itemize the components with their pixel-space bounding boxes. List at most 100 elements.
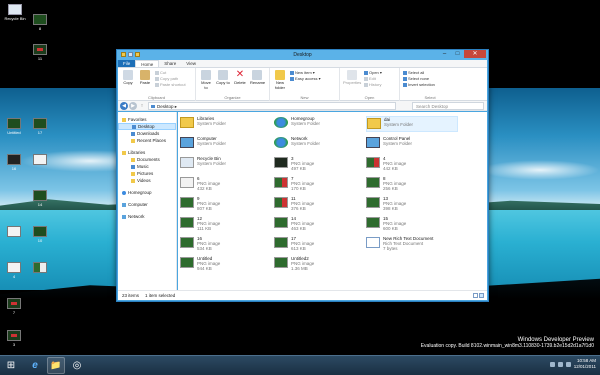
- close-button[interactable]: ✕: [464, 50, 486, 58]
- file-item[interactable]: 11 PNG image 376 KB: [274, 196, 366, 212]
- internet-explorer-icon: e: [32, 360, 38, 371]
- desktop-icon-4[interactable]: 4: [1, 262, 27, 279]
- desktop-icon-blank[interactable]: [27, 154, 53, 166]
- nav-music[interactable]: Music: [118, 163, 176, 170]
- file-item[interactable]: 6 PNG image 432 KB: [180, 176, 272, 192]
- copy-path-button[interactable]: Copy path: [155, 76, 186, 81]
- edit-button[interactable]: Edit: [364, 76, 382, 81]
- properties-label: Properties: [343, 80, 362, 85]
- nav-documents[interactable]: Documents: [118, 156, 176, 163]
- desktop-icon-3[interactable]: 3: [1, 330, 27, 347]
- taskbar-internet-explorer[interactable]: e: [26, 357, 44, 374]
- new-item-button[interactable]: New item ▾: [290, 70, 321, 75]
- volume-icon[interactable]: [565, 361, 571, 367]
- desktop-icon-untitled[interactable]: Untitled: [1, 118, 27, 135]
- file-item[interactable]: 3 PNG image 497 KB: [274, 156, 366, 172]
- file-item[interactable]: 12 PNG image 111 KB: [180, 216, 272, 232]
- nav-label: Documents: [137, 157, 160, 162]
- file-item[interactable]: Recycle Bin System Folder: [180, 156, 272, 172]
- tab-view[interactable]: View: [181, 60, 201, 67]
- file-item[interactable]: 14 PNG image 463 KB: [274, 216, 366, 232]
- file-item[interactable]: 7 PNG image 170 KB: [274, 176, 366, 192]
- ribbon-group-organize: Move to Copy to ✕ Delete Rename Organize: [196, 68, 270, 101]
- forward-button[interactable]: ▶: [129, 102, 137, 110]
- details-view-icon[interactable]: [473, 293, 478, 298]
- nav-videos[interactable]: Videos: [118, 177, 176, 184]
- navigation-pane: Favorites Desktop Downloads Recent Place…: [118, 112, 177, 290]
- clock[interactable]: 10:58 AM 12/01/2011: [574, 358, 596, 370]
- ribbon-group-label: New: [300, 95, 309, 100]
- tiles-view-icon[interactable]: [479, 293, 484, 298]
- nav-label: Recent Places: [137, 138, 167, 143]
- easy-access-button[interactable]: Easy access ▾: [290, 76, 321, 81]
- file-item[interactable]: 8 PNG image 256 KB: [366, 176, 458, 192]
- nav-desktop[interactable]: Desktop: [118, 123, 176, 130]
- file-item[interactable]: Control Panel System Folder: [366, 136, 458, 152]
- file-item[interactable]: Computer System Folder: [180, 136, 272, 152]
- nav-network[interactable]: Network: [118, 213, 176, 220]
- file-item[interactable]: dai System Folder: [366, 116, 458, 132]
- nav-favorites[interactable]: Favorites: [118, 116, 176, 123]
- file-size: 463 KB: [291, 226, 306, 231]
- file-item[interactable]: Homegroup System Folder: [274, 116, 366, 132]
- desktop-icon-recycle-bin[interactable]: Recycle Bin: [2, 4, 28, 21]
- file-item[interactable]: 17 PNG image 613 KB: [274, 236, 366, 252]
- desktop-icon-10[interactable]: 10: [27, 226, 53, 243]
- desktop-icon-16[interactable]: 16: [1, 154, 27, 171]
- desktop-icon-11[interactable]: 11: [27, 44, 53, 61]
- address-field[interactable]: Desktop ▸: [148, 102, 396, 110]
- minimize-button[interactable]: –: [438, 50, 451, 58]
- nav-downloads[interactable]: Downloads: [118, 130, 176, 137]
- file-type: System Folder: [197, 141, 227, 146]
- start-button[interactable]: ⊞: [2, 357, 20, 374]
- file-item[interactable]: Network System Folder: [274, 136, 366, 152]
- tab-share[interactable]: Share: [159, 60, 181, 67]
- file-item[interactable]: 9 PNG image 807 KB: [180, 196, 272, 212]
- back-button[interactable]: ◀: [120, 102, 128, 110]
- file-text: 14 PNG image 463 KB: [291, 216, 314, 232]
- desktop-icon-7[interactable]: 7: [1, 298, 27, 315]
- desktop-icon-8[interactable]: 8: [27, 14, 53, 31]
- cut-button[interactable]: Cut: [155, 70, 186, 75]
- taskbar-file-explorer[interactable]: 📁: [47, 357, 65, 374]
- title-bar[interactable]: Desktop – □ ✕: [117, 50, 488, 60]
- desktop-icon-mixed[interactable]: [27, 262, 53, 274]
- desktop-icon-label: 8: [38, 26, 42, 31]
- file-item[interactable]: 15 PNG image 600 KB: [366, 216, 458, 232]
- desktop-icon-14[interactable]: 14: [27, 190, 53, 207]
- tab-home[interactable]: Home: [135, 60, 160, 67]
- recycle-bin-icon: [8, 4, 22, 15]
- select-none-button[interactable]: Select none: [403, 76, 435, 81]
- history-button[interactable]: History: [364, 82, 382, 87]
- file-item[interactable]: 13 PNG image 398 KB: [366, 196, 458, 212]
- file-item[interactable]: Untitled2 PNG image 1.36 MB: [274, 256, 366, 272]
- file-type: System Folder: [197, 161, 227, 166]
- nav-libraries[interactable]: Libraries: [118, 149, 176, 156]
- ribbon-group-new: New folder New item ▾ Easy access ▾ New: [270, 68, 340, 101]
- file-text: Untitled2 PNG image 1.36 MB: [291, 256, 314, 272]
- nav-pictures[interactable]: Pictures: [118, 170, 176, 177]
- invert-selection-button[interactable]: Invert selection: [403, 82, 435, 87]
- open-button[interactable]: Open ▾: [364, 70, 382, 75]
- taskbar-app[interactable]: ◎: [68, 357, 86, 374]
- file-item[interactable]: 16 PNG image 534 KB: [180, 236, 272, 252]
- tab-file[interactable]: File: [118, 60, 136, 67]
- network-icon[interactable]: [557, 361, 563, 367]
- desktop-icon-blank-2[interactable]: [1, 226, 27, 238]
- select-all-button[interactable]: Select all: [403, 70, 435, 75]
- nav-computer[interactable]: Computer: [118, 201, 176, 208]
- png-thumb-icon: [274, 177, 288, 188]
- maximize-button[interactable]: □: [451, 50, 464, 58]
- flag-icon[interactable]: [549, 361, 555, 367]
- file-item[interactable]: 4 PNG image 442 KB: [366, 156, 458, 172]
- paste-shortcut-button[interactable]: Paste shortcut: [155, 82, 186, 87]
- file-item[interactable]: Libraries System Folder: [180, 116, 272, 132]
- up-button[interactable]: ↑: [139, 102, 145, 110]
- file-item[interactable]: New Rich Text Document Rich Text Document…: [366, 236, 458, 252]
- file-text: 6 PNG image 432 KB: [197, 176, 220, 192]
- nav-recent-places[interactable]: Recent Places: [118, 137, 176, 144]
- desktop-icon-17[interactable]: 17: [27, 118, 53, 135]
- search-input[interactable]: Search Desktop: [412, 102, 484, 110]
- nav-homegroup[interactable]: Homegroup: [118, 189, 176, 196]
- file-item[interactable]: Untitled PNG image 944 KB: [180, 256, 272, 272]
